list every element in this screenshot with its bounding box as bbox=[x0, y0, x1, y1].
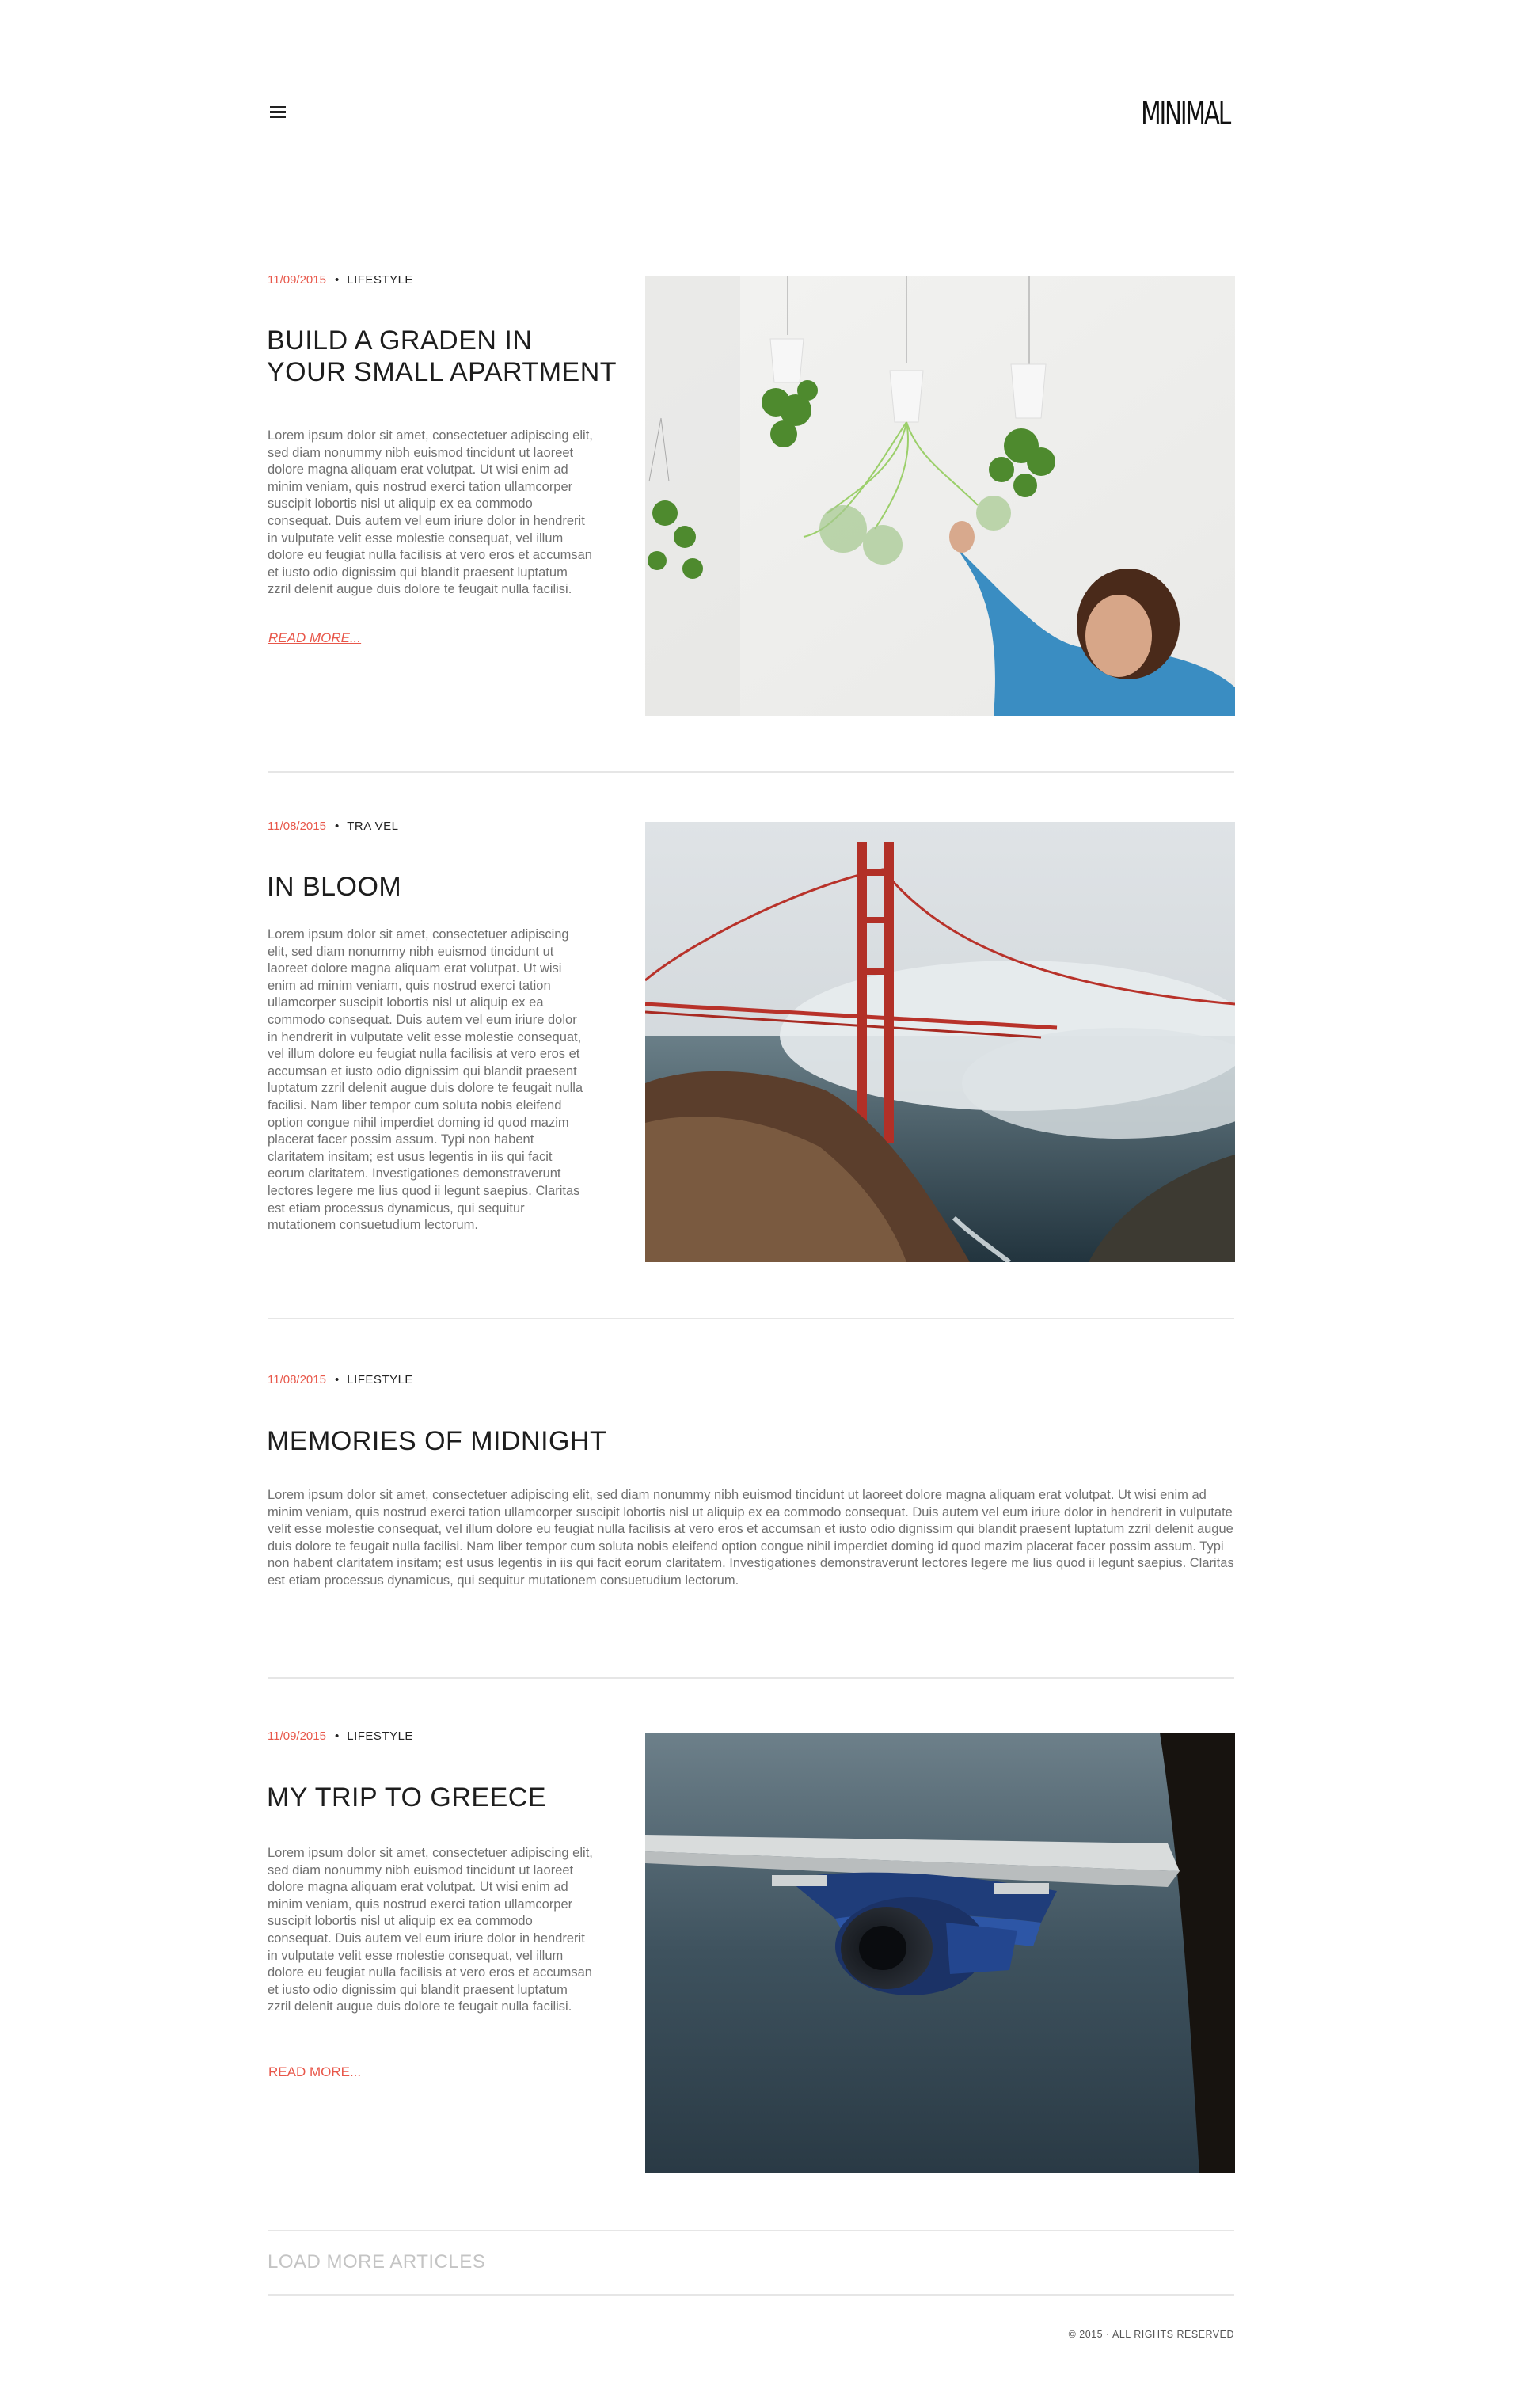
article-category[interactable]: TRA VEL bbox=[347, 820, 398, 833]
divider bbox=[268, 1318, 1234, 1319]
read-more-link[interactable]: READ MORE... bbox=[268, 2064, 361, 2080]
footer-copyright: © 2015 · ALL RIGHTS RESERVED bbox=[1068, 2329, 1234, 2340]
divider bbox=[268, 2294, 1234, 2296]
meta-separator: • bbox=[334, 273, 340, 287]
load-more-articles-button[interactable]: LOAD MORE ARTICLES bbox=[268, 2251, 485, 2273]
article-title-line: IN BLOOM bbox=[267, 872, 402, 902]
article-date: 11/08/2015 bbox=[268, 1373, 326, 1387]
airplane-wing-photo[interactable] bbox=[645, 1733, 1235, 2173]
article-title[interactable]: MEMORIES OF MIDNIGHT bbox=[267, 1425, 606, 1457]
divider bbox=[268, 2230, 1234, 2231]
article-date: 11/08/2015 bbox=[268, 820, 326, 833]
meta-separator: • bbox=[334, 1373, 340, 1387]
article-category[interactable]: LIFESTYLE bbox=[347, 1729, 413, 1743]
article-excerpt: Lorem ipsum dolor sit amet, consectetuer… bbox=[268, 1846, 593, 2014]
article-title[interactable]: BUILD A GRADEN IN YOUR SMALL APARTMENT bbox=[267, 325, 617, 388]
article-excerpt: Lorem ipsum dolor sit amet, consectetuer… bbox=[268, 428, 593, 597]
article-title-line: YOUR SMALL APARTMENT bbox=[267, 357, 618, 387]
article-excerpt: Lorem ipsum dolor sit amet, consectetuer… bbox=[268, 1488, 1234, 1588]
divider bbox=[268, 1677, 1234, 1679]
divider bbox=[268, 771, 1234, 773]
article-title-line: MY TRIP TO GREECE bbox=[267, 1782, 547, 1813]
article-meta: 11/08/2015 • TRA VEL bbox=[268, 819, 398, 835]
article-category[interactable]: LIFESTYLE bbox=[347, 273, 413, 287]
article-meta: 11/09/2015 • LIFESTYLE bbox=[268, 1729, 413, 1744]
read-more-link[interactable]: READ MORE... bbox=[268, 630, 361, 646]
article-category[interactable]: LIFESTYLE bbox=[347, 1373, 413, 1387]
hamburger-menu-icon[interactable] bbox=[270, 106, 286, 119]
article-title-line: MEMORIES OF MIDNIGHT bbox=[267, 1426, 607, 1456]
site-logo[interactable]: MINIMAL bbox=[1128, 93, 1231, 135]
article-meta: 11/08/2015 • LIFESTYLE bbox=[268, 1372, 413, 1388]
article-title[interactable]: IN BLOOM bbox=[267, 871, 401, 903]
article-date: 11/09/2015 bbox=[268, 1729, 326, 1743]
article-title-line: BUILD A GRADEN IN bbox=[267, 325, 533, 356]
meta-separator: • bbox=[334, 820, 340, 833]
article-meta: 11/09/2015 • LIFESTYLE bbox=[268, 272, 413, 288]
hanging-plants-photo[interactable] bbox=[645, 276, 1235, 716]
article-excerpt: Lorem ipsum dolor sit amet, consectetuer… bbox=[268, 927, 583, 1233]
meta-separator: • bbox=[334, 1729, 340, 1743]
golden-gate-bridge-photo[interactable] bbox=[645, 822, 1235, 1262]
article-title[interactable]: MY TRIP TO GREECE bbox=[267, 1782, 546, 1813]
article-date: 11/09/2015 bbox=[268, 273, 326, 287]
